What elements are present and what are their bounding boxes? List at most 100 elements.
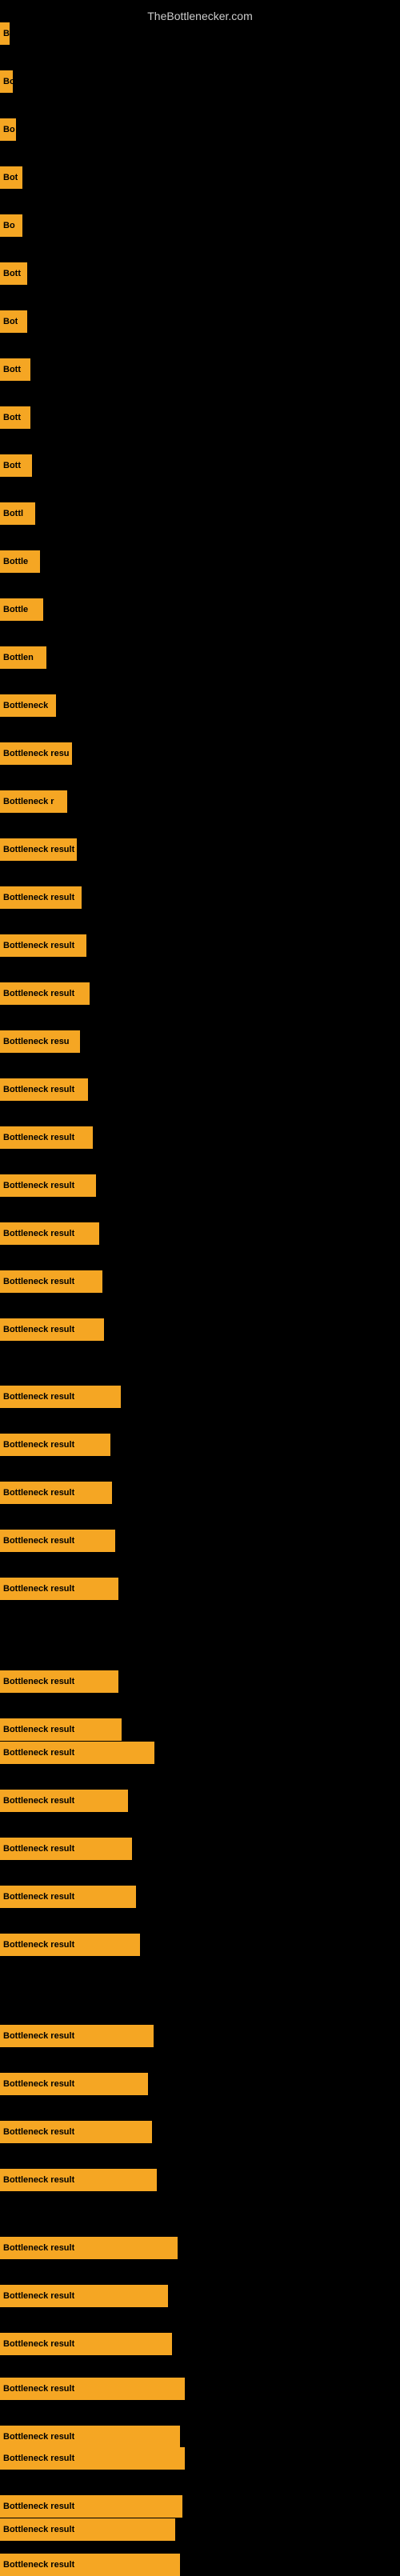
bar-label: Bottleneck result bbox=[3, 2525, 74, 2534]
bar-item: Bottlen bbox=[0, 646, 46, 669]
bar-label: Bottleneck result bbox=[3, 1181, 74, 1190]
bar-label: Bott bbox=[3, 461, 21, 470]
bar-label: Bottleneck result bbox=[3, 845, 74, 854]
bar-item: Bottleneck result bbox=[0, 2447, 185, 2470]
bar-item: Bottleneck result bbox=[0, 1482, 112, 1504]
bar-label: Bottleneck result bbox=[3, 1392, 74, 1402]
bar-item: Bott bbox=[0, 358, 30, 381]
bar-label: Bottleneck result bbox=[3, 2339, 74, 2349]
bar-label: Bottleneck result bbox=[3, 989, 74, 998]
bar-label: Bottleneck result bbox=[3, 2243, 74, 2253]
bar-item: Bottleneck result bbox=[0, 2169, 157, 2191]
bar-label: Bottleneck result bbox=[3, 2175, 74, 2185]
bar-label: Bottlen bbox=[3, 653, 34, 662]
bar-label: Bo bbox=[3, 77, 13, 86]
bar-item: Bottleneck result bbox=[0, 1530, 115, 1552]
bar-label: Bottleneck result bbox=[3, 2432, 74, 2442]
bar-item: Bottleneck result bbox=[0, 1670, 118, 1693]
bar-item: Bo bbox=[0, 70, 13, 93]
bar-item: Bot bbox=[0, 310, 27, 333]
bar-item: Bottle bbox=[0, 550, 40, 573]
bar-label: Bottleneck result bbox=[3, 1584, 74, 1594]
bar-item: Bottleneck result bbox=[0, 2495, 182, 2518]
bar-label: Bott bbox=[3, 269, 21, 278]
bar-item: Bott bbox=[0, 406, 30, 429]
bar-label: Bottleneck result bbox=[3, 1725, 74, 1734]
bar-label: Bottleneck result bbox=[3, 2560, 74, 2570]
bar-item: Bottleneck result bbox=[0, 1318, 104, 1341]
bar-item: Bottleneck result bbox=[0, 1934, 140, 1956]
bar-label: Bottleneck result bbox=[3, 1940, 74, 1950]
bar-label: Bottleneck result bbox=[3, 941, 74, 950]
bar-item: Bott bbox=[0, 262, 27, 285]
bar-label: Bottleneck result bbox=[3, 1229, 74, 1238]
site-title: TheBottlenecker.com bbox=[0, 3, 400, 26]
bar-label: Bottleneck result bbox=[3, 1796, 74, 1806]
bar-label: Bottleneck resu bbox=[3, 1037, 70, 1046]
bar-item: Bottleneck result bbox=[0, 886, 82, 909]
bar-label: Bot bbox=[3, 317, 18, 326]
bar-item: Bo bbox=[0, 118, 16, 141]
bar-label: Bot bbox=[3, 173, 18, 182]
bar-label: Bottleneck result bbox=[3, 1844, 74, 1854]
bar-item: Bottleneck result bbox=[0, 2121, 152, 2143]
bar-item: Bottleneck result bbox=[0, 1222, 99, 1245]
bar-item: Bott bbox=[0, 454, 32, 477]
bar-label: Bottleneck result bbox=[3, 1892, 74, 1902]
bar-item: Bottleneck result bbox=[0, 1270, 102, 1293]
bar-item: B bbox=[0, 22, 10, 45]
bar-label: Bottleneck r bbox=[3, 797, 54, 806]
bar-item: Bottle bbox=[0, 598, 43, 621]
bar-label: Bottleneck result bbox=[3, 1677, 74, 1686]
bar-item: Bottleneck result bbox=[0, 1886, 136, 1908]
bar-item: Bottleneck result bbox=[0, 2285, 168, 2307]
bar-item: Bottleneck result bbox=[0, 1742, 154, 1764]
bar-label: Bottleneck result bbox=[3, 1536, 74, 1546]
bar-item: Bottleneck bbox=[0, 694, 56, 717]
bar-label: Bo bbox=[3, 125, 15, 134]
bar-label: Bottleneck result bbox=[3, 1277, 74, 1286]
bar-label: Bo bbox=[3, 221, 15, 230]
bar-label: Bottleneck resu bbox=[3, 749, 70, 758]
bar-item: Bottleneck result bbox=[0, 2518, 175, 2541]
bar-item: Bottleneck resu bbox=[0, 1030, 80, 1053]
bar-item: Bottleneck result bbox=[0, 1078, 88, 1101]
bar-label: Bottleneck result bbox=[3, 893, 74, 902]
bar-item: Bottleneck result bbox=[0, 2237, 178, 2259]
bar-item: Bottleneck result bbox=[0, 2025, 154, 2047]
bar-label: Bottleneck result bbox=[3, 2454, 74, 2463]
bar-label: Bottle bbox=[3, 605, 28, 614]
bar-label: Bottleneck result bbox=[3, 2127, 74, 2137]
bar-item: Bottleneck result bbox=[0, 2554, 180, 2576]
bar-label: Bottleneck result bbox=[3, 2291, 74, 2301]
bar-label: Bottle bbox=[3, 557, 28, 566]
bar-label: Bottleneck result bbox=[3, 1133, 74, 1142]
bar-label: Bottleneck result bbox=[3, 1440, 74, 1450]
bar-label: Bottl bbox=[3, 509, 23, 518]
bar-item: Bottleneck result bbox=[0, 1838, 132, 1860]
bar-label: Bottleneck result bbox=[3, 1488, 74, 1498]
bar-item: Bottl bbox=[0, 502, 35, 525]
bar-item: Bottleneck result bbox=[0, 1790, 128, 1812]
bar-item: Bottleneck result bbox=[0, 982, 90, 1005]
bar-item: Bo bbox=[0, 214, 22, 237]
bar-item: Bottleneck result bbox=[0, 2333, 172, 2355]
bar-item: Bot bbox=[0, 166, 22, 189]
bar-label: Bottleneck result bbox=[3, 1085, 74, 1094]
bar-item: Bottleneck result bbox=[0, 1126, 93, 1149]
bar-item: Bottleneck result bbox=[0, 1174, 96, 1197]
bar-label: Bottleneck bbox=[3, 701, 48, 710]
bar-item: Bottleneck r bbox=[0, 790, 67, 813]
bar-item: Bottleneck result bbox=[0, 1434, 110, 1456]
bar-item: Bottleneck result bbox=[0, 838, 77, 861]
bar-label: Bott bbox=[3, 365, 21, 374]
bar-label: B bbox=[3, 29, 10, 38]
bar-label: Bottleneck result bbox=[3, 1748, 74, 1758]
bar-label: Bottleneck result bbox=[3, 1325, 74, 1334]
bar-label: Bottleneck result bbox=[3, 2502, 74, 2511]
bar-label: Bottleneck result bbox=[3, 2031, 74, 2041]
bar-item: Bottleneck resu bbox=[0, 742, 72, 765]
bar-label: Bottleneck result bbox=[3, 2079, 74, 2089]
bar-item: Bottleneck result bbox=[0, 1386, 121, 1408]
bar-item: Bottleneck result bbox=[0, 934, 86, 957]
